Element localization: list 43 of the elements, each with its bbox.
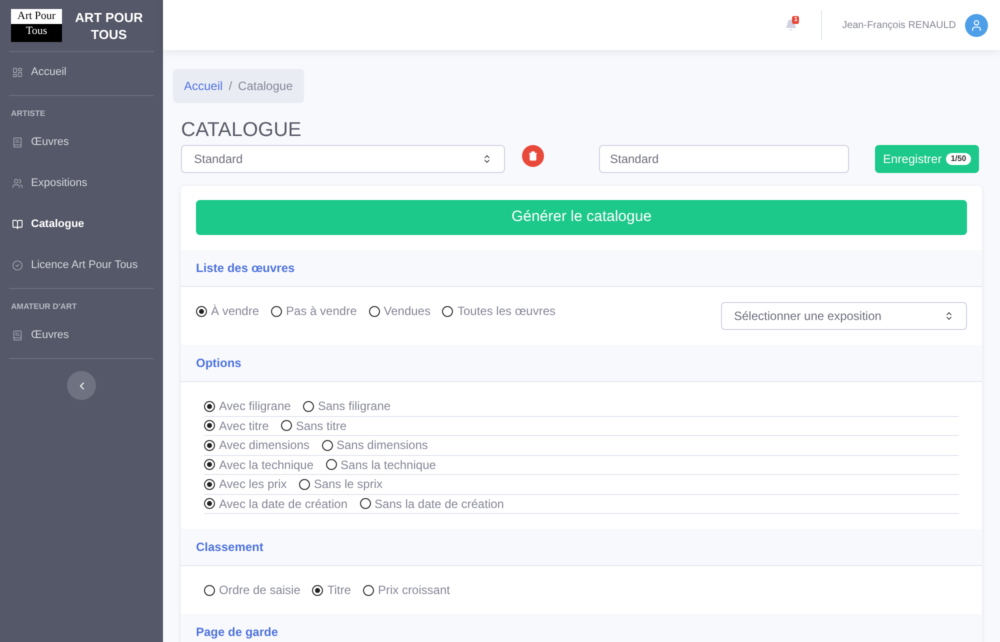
radio-label: Sans filigrane <box>318 398 391 416</box>
save-count-badge: 1/50 <box>946 153 972 165</box>
radio-label: Prix croissant <box>378 582 450 599</box>
radio-label: Titre <box>327 582 351 599</box>
radio-label: Avec titre <box>219 418 269 435</box>
sidebar-item[interactable]: Œuvres <box>9 122 154 163</box>
section-title: Liste des œuvres <box>196 260 295 277</box>
section-title: Page de garde <box>196 624 278 641</box>
sidebar-heading: AMATEUR D'ART <box>10 301 78 313</box>
radio-label: Avec la date de création <box>219 496 348 513</box>
sidebar-item[interactable]: Catalogue <box>9 204 154 245</box>
sidebar-item[interactable]: Accueil <box>9 52 154 93</box>
logo: Art Pour Tous <box>11 9 62 42</box>
radio-label: Toutes les œuvres <box>457 303 556 320</box>
radio-label: Sans la date de création <box>374 496 504 513</box>
save-button[interactable]: Enregistrer 1/50 <box>875 145 980 173</box>
radio-label: Sans la technique <box>340 456 436 474</box>
radio-label: Avec dimensions <box>219 437 310 454</box>
radio-label: Avec filigrane <box>219 398 291 416</box>
breadcrumb-link[interactable]: Accueil <box>184 77 223 95</box>
section-title: Classement <box>196 539 264 556</box>
breadcrumb-current: Catalogue <box>238 78 293 95</box>
name-field[interactable]: Standard <box>599 145 849 173</box>
sidebar-item[interactable]: Licence Art Pour Tous <box>9 245 154 286</box>
radio-label: Avec la technique <box>219 456 314 474</box>
radio-label: À vendre <box>211 303 260 320</box>
template-select[interactable]: Standard <box>181 145 505 173</box>
radio-label: Pas à vendre <box>286 303 357 320</box>
exhibition-select[interactable]: Sélectionner une exposition <box>721 302 967 330</box>
radio-label: Sans dimensions <box>336 437 428 454</box>
sidebar-item[interactable]: Expositions <box>9 163 154 204</box>
breadcrumb-separator: / <box>228 78 232 95</box>
radio-label: Sans titre <box>296 418 347 435</box>
radio-label: Ordre de saisie <box>219 582 300 599</box>
section-title: Options <box>196 355 242 372</box>
sidebar-heading: ARTISTE <box>10 108 46 120</box>
sidebar-item[interactable]: Œuvres <box>9 315 154 356</box>
user-name[interactable]: Jean-François RENAULD <box>842 18 956 32</box>
brand-name: ART POUR TOUS <box>74 8 144 42</box>
radio-label: Sans le sprix <box>314 476 383 494</box>
page-title: CATALOGUE <box>181 118 302 142</box>
radio-label: Avec les prix <box>219 476 287 494</box>
radio-label: Vendues <box>384 303 430 320</box>
